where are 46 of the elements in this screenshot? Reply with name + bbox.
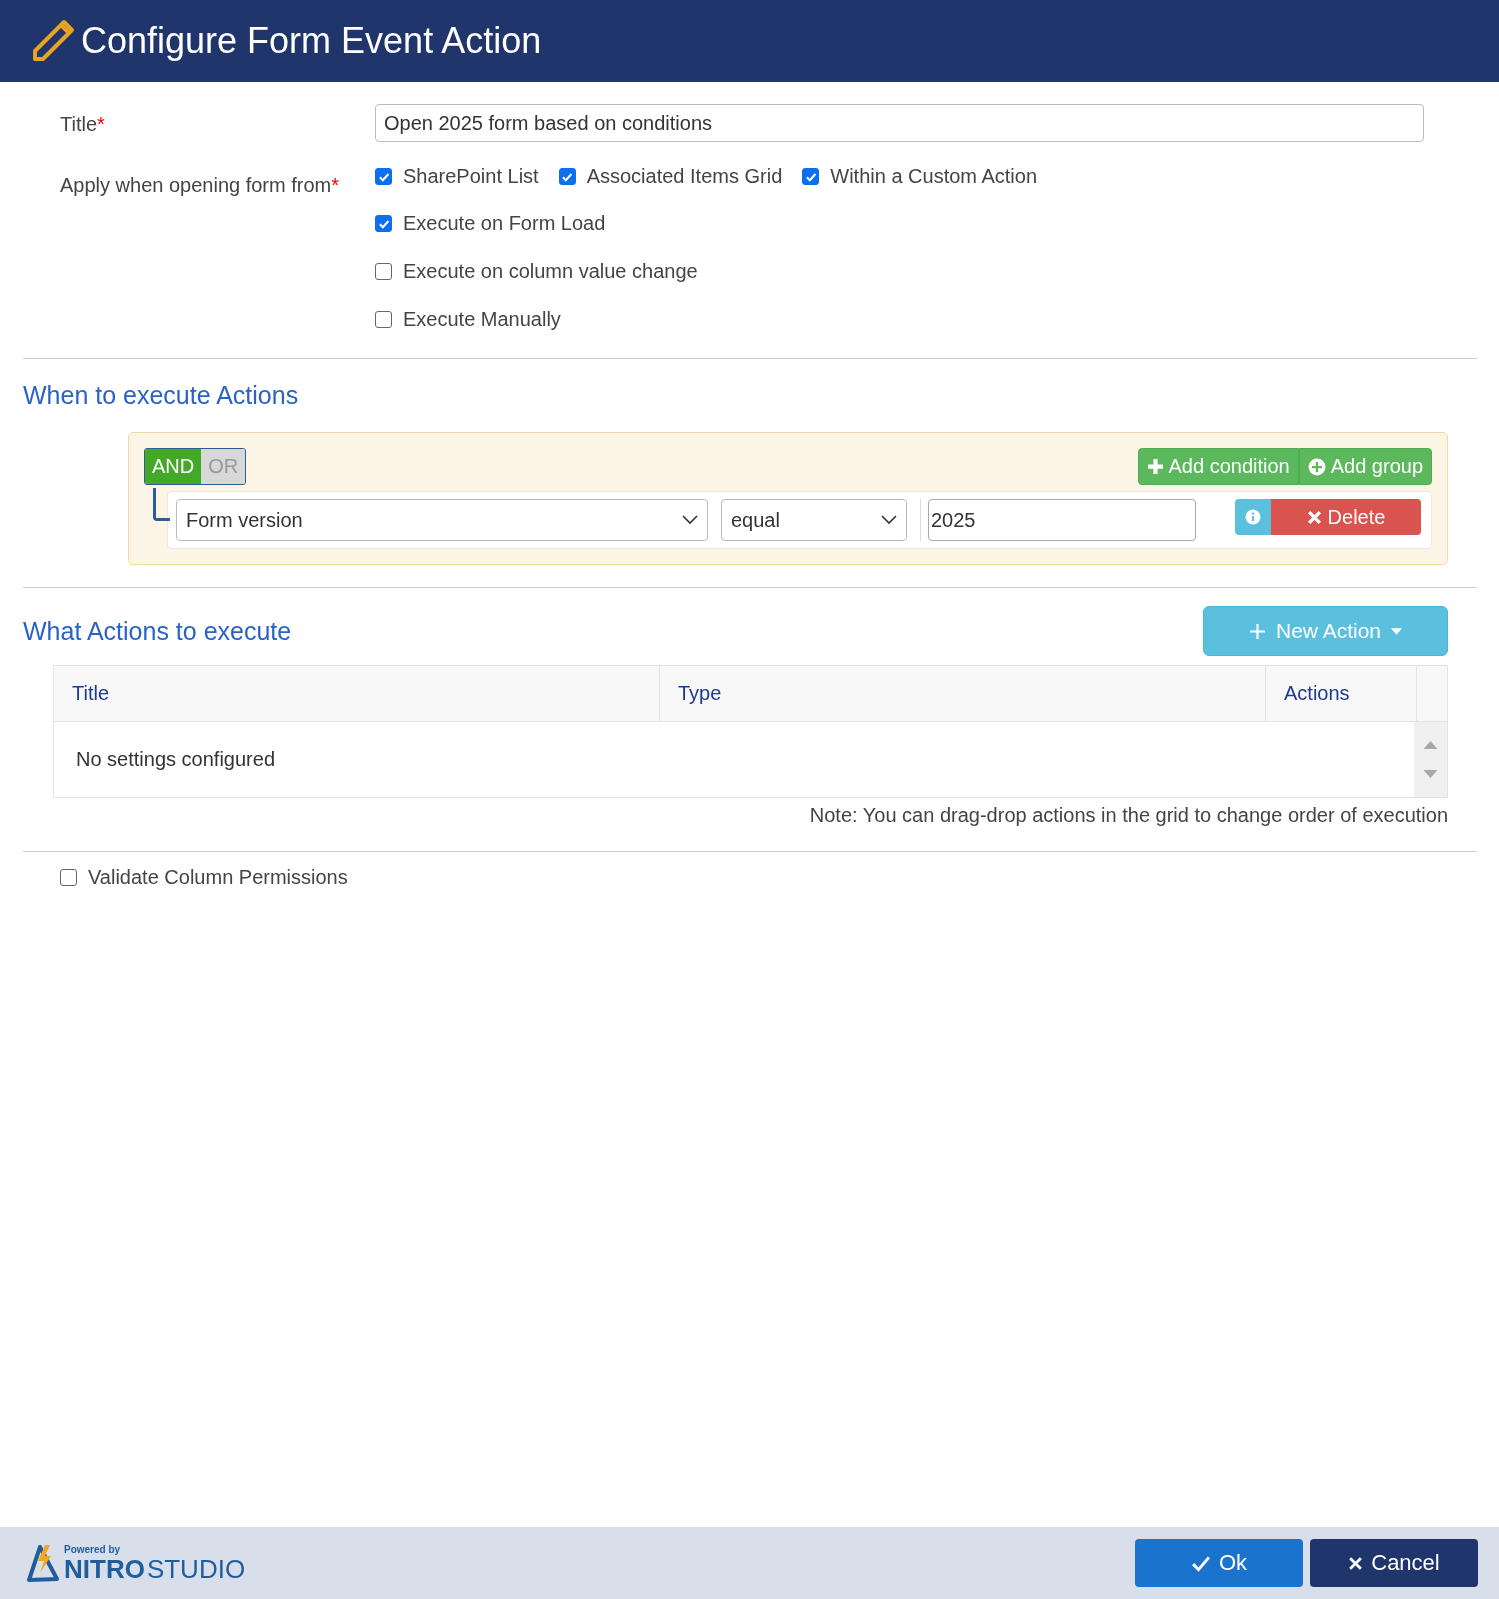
lightning-triangle-icon (26, 1543, 60, 1583)
checkbox-label: Execute on column value change (403, 260, 698, 283)
checkbox[interactable] (375, 168, 392, 185)
title-label: Title* (60, 113, 105, 135)
column-header[interactable]: Actions (1266, 666, 1417, 721)
apply-label: Apply when opening form from* (60, 174, 340, 196)
dialog-title: Configure Form Event Action (81, 20, 542, 62)
title-input[interactable]: Open 2025 form based on conditions (375, 104, 1424, 142)
powered-by-text: Powered by (64, 1544, 122, 1555)
column-header[interactable]: Type (660, 666, 1266, 721)
close-icon (1306, 509, 1322, 525)
checkbox-label: Associated Items Grid (586, 165, 783, 188)
brand-name: STUDIO (146, 1555, 246, 1583)
value-input[interactable]: 2025 (928, 499, 1196, 541)
checkbox[interactable] (802, 168, 820, 185)
checkbox[interactable] (375, 263, 392, 280)
plus-circle-icon (1307, 457, 1326, 476)
checkbox[interactable] (60, 869, 77, 886)
operator-select[interactable]: equal (721, 499, 907, 541)
plus-icon (1248, 622, 1266, 640)
info-icon (1245, 509, 1261, 525)
close-icon (1348, 1555, 1364, 1571)
brand-name: NITRO (64, 1555, 145, 1583)
field-select[interactable]: Form version (176, 499, 708, 541)
section-heading: When to execute Actions (22, 380, 300, 410)
column-header[interactable]: Title (54, 666, 660, 721)
checkbox-label: SharePoint List (403, 165, 539, 188)
checkbox-label: Within a Custom Action (830, 165, 1037, 188)
checkbox[interactable] (558, 168, 576, 185)
section-heading: What Actions to execute (23, 616, 292, 646)
checkbox[interactable] (375, 215, 392, 232)
caret-icon (1391, 627, 1403, 635)
chevron-down-icon (881, 515, 897, 525)
checkbox-label: Validate Column Permissions (88, 866, 348, 889)
note-text: Note: You can drag-drop actions in the grid to change order of execution (808, 804, 1448, 827)
ok-button[interactable]: Ok (1135, 1539, 1303, 1587)
chevron-down-icon (682, 515, 698, 525)
cancel-button[interactable]: Cancel (1310, 1539, 1478, 1587)
plus-icon (1146, 458, 1164, 475)
delete-button[interactable]: Delete (1271, 499, 1421, 535)
pencil-icon (31, 19, 75, 63)
checkbox[interactable] (375, 311, 392, 328)
empty-message: No settings configured (75, 748, 276, 771)
checkbox-label: Execute Manually (403, 308, 561, 331)
checkbox-label: Execute on Form Load (403, 212, 606, 235)
check-icon (1190, 1554, 1211, 1572)
